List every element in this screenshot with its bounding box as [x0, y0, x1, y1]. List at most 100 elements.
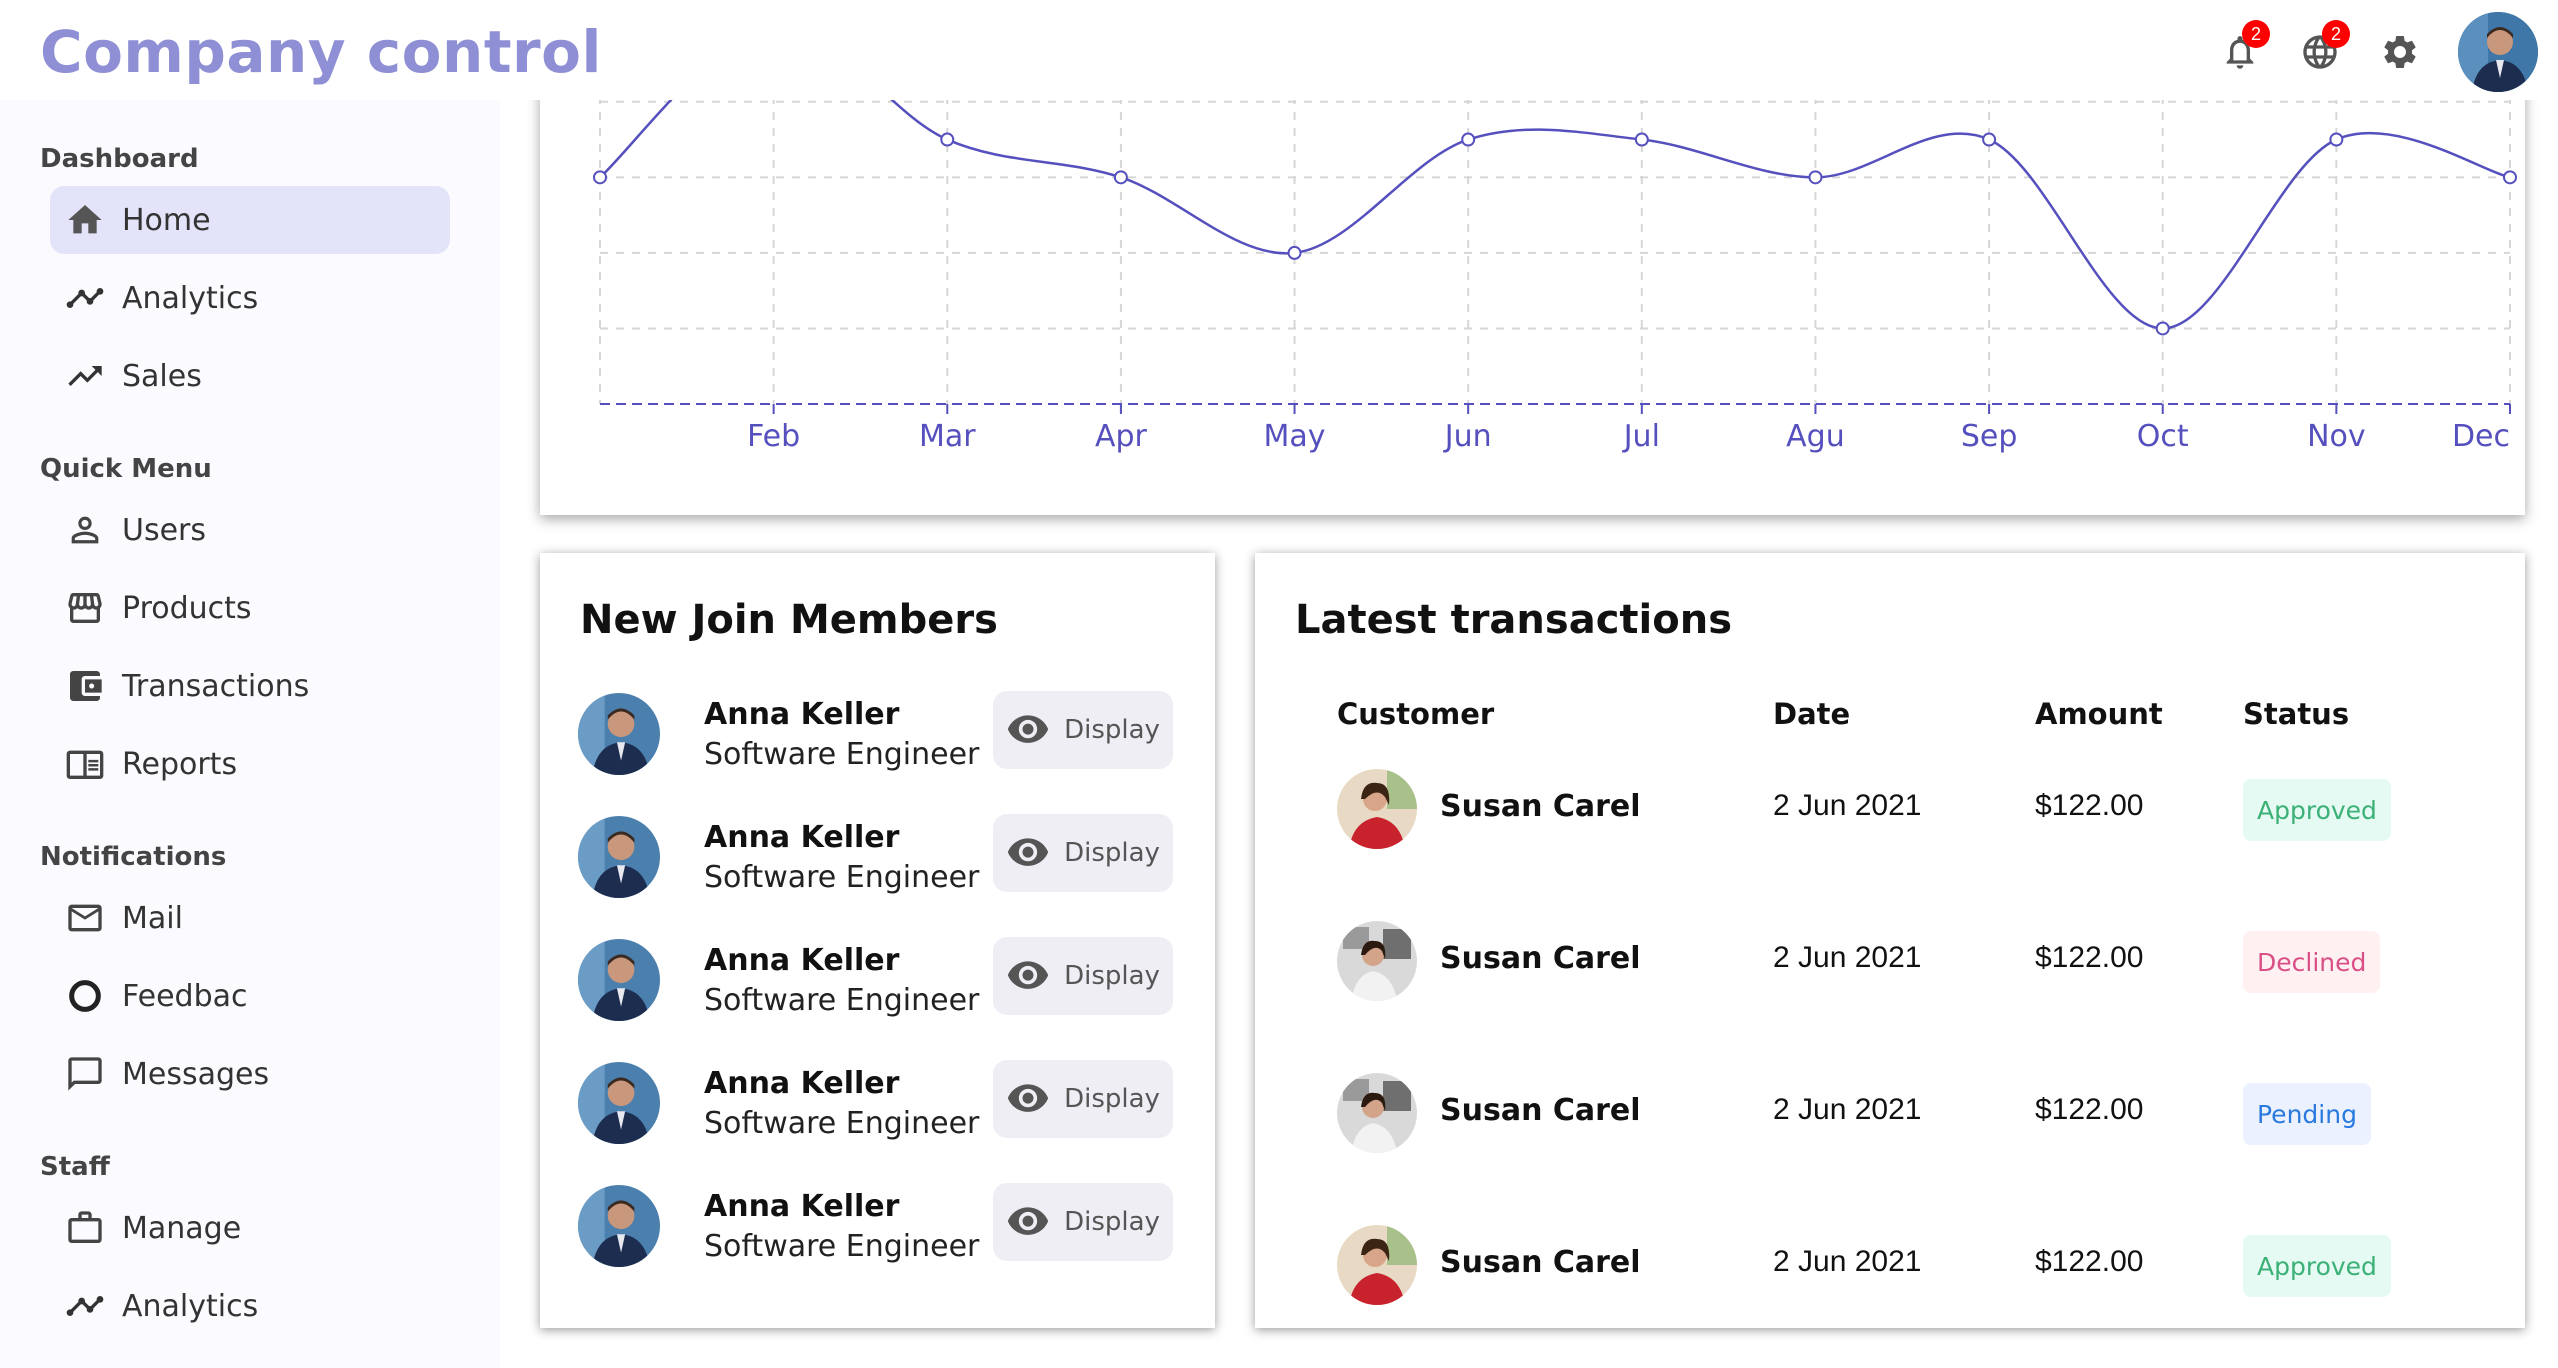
display-button[interactable]: Display	[993, 1183, 1173, 1261]
sidebar-item-users[interactable]: Users	[50, 496, 450, 564]
sidebar-item-reports[interactable]: Reports	[50, 730, 450, 798]
sidebar-section-dashboard: Dashboard	[40, 144, 199, 174]
chart-data-point[interactable]	[940, 132, 955, 147]
sidebar-item-label: Analytics	[122, 1288, 259, 1324]
status-button[interactable]: Pending	[2243, 1083, 2371, 1145]
column-header-date: Date	[1773, 697, 1851, 731]
display-button-label: Display	[1064, 1084, 1160, 1114]
customer-avatar	[1337, 1073, 1417, 1153]
chart-data-point[interactable]	[1634, 132, 1649, 147]
chart-tick-label: Feb	[747, 419, 800, 454]
chart-data-point[interactable]	[2329, 132, 2344, 147]
member-name: Anna Keller	[704, 697, 900, 732]
home-icon	[62, 200, 108, 240]
sidebar-item-label: Manage	[122, 1210, 242, 1246]
avatar-image	[2458, 12, 2538, 92]
chart-data-point[interactable]	[593, 170, 607, 185]
new-members-card: New Join Members Anna Keller Software Eng…	[540, 553, 1215, 1328]
column-header-customer: Customer	[1337, 697, 1495, 731]
column-header-amount: Amount	[2035, 697, 2163, 731]
member-role: Software Engineer	[704, 1229, 980, 1264]
sidebar-item-manage[interactable]: Manage	[50, 1194, 450, 1262]
customer-name: Susan Carel	[1440, 789, 1641, 824]
status-button[interactable]: Approved	[2243, 1235, 2391, 1297]
sidebar-item-label: Feedbac	[122, 978, 248, 1014]
member-list-item: Anna Keller Software Engineer Display	[578, 1052, 1188, 1152]
eye-icon	[1007, 1084, 1049, 1112]
member-list-item: Anna Keller Software Engineer Display	[578, 1175, 1188, 1275]
notifications-badge: 2	[2242, 20, 2270, 48]
customer-avatar	[1337, 921, 1417, 1001]
eye-icon	[1007, 961, 1049, 989]
chart-tick-label: Agu	[1786, 419, 1845, 454]
transaction-amount: $122.00	[2035, 941, 2144, 974]
sidebar-item-analytics[interactable]: Analytics	[50, 264, 450, 332]
sidebar: Dashboard Home Analytics Sales Quick Men…	[0, 100, 500, 1368]
chart-data-point[interactable]	[1287, 245, 1302, 260]
member-avatar	[578, 816, 660, 898]
transactions-card: Latest transactions Customer Date Amount…	[1255, 553, 2525, 1328]
chart-tick-labels: Feb Mar Apr May Jun Jul Agu Sep Oct Nov Dec	[747, 419, 2510, 454]
user-avatar[interactable]	[2458, 12, 2538, 92]
sidebar-item-mail[interactable]: Mail	[50, 884, 450, 952]
display-button[interactable]: Display	[993, 1060, 1173, 1138]
sidebar-item-sales[interactable]: Sales	[50, 342, 450, 410]
sidebar-item-label: Sales	[122, 358, 202, 394]
member-list-item: Anna Keller Software Engineer Display	[578, 806, 1188, 906]
members-title: New Join Members	[580, 597, 998, 643]
table-row: Susan Carel 2 Jun 2021 $122.00 Pending	[1255, 1063, 2525, 1163]
member-avatar	[578, 693, 660, 775]
table-row: Susan Carel 2 Jun 2021 $122.00 Approved	[1255, 759, 2525, 859]
topbar-icons: 2 2	[2218, 12, 2538, 92]
customer-avatar	[1337, 769, 1417, 849]
member-role: Software Engineer	[704, 983, 980, 1018]
user-icon	[62, 510, 108, 550]
sidebar-item-feedback[interactable]: Feedbac	[50, 962, 450, 1030]
status-button[interactable]: Declined	[2243, 931, 2381, 993]
chart-tick-label: Apr	[1095, 419, 1148, 454]
chart-data-point[interactable]	[1113, 170, 1128, 185]
mail-icon	[62, 898, 108, 938]
member-name: Anna Keller	[704, 820, 900, 855]
language-badge: 2	[2322, 20, 2350, 48]
language-button[interactable]: 2	[2298, 20, 2350, 74]
storefront-icon	[62, 588, 108, 628]
settings-button[interactable]	[2378, 30, 2422, 74]
sidebar-item-staff-analytics[interactable]: Analytics	[50, 1272, 450, 1340]
transaction-amount: $122.00	[2035, 1093, 2144, 1126]
member-name: Anna Keller	[704, 1066, 900, 1101]
sidebar-item-label: Transactions	[122, 668, 310, 704]
topbar: Company control 2 2	[0, 0, 2558, 100]
member-role: Software Engineer	[704, 1106, 980, 1141]
chart-tick-label: Oct	[2137, 419, 2189, 454]
display-button[interactable]: Display	[993, 937, 1173, 1015]
display-button[interactable]: Display	[993, 691, 1173, 769]
chart-data-point[interactable]	[2503, 170, 2517, 185]
chart-data-point[interactable]	[1982, 132, 1997, 147]
chart-tick-label: Jul	[1622, 419, 1660, 454]
member-list-item: Anna Keller Software Engineer Display	[578, 929, 1188, 1029]
sidebar-item-home[interactable]: Home	[50, 186, 450, 254]
member-avatar	[578, 1185, 660, 1267]
transaction-date: 2 Jun 2021	[1773, 1245, 1922, 1278]
sidebar-item-transactions[interactable]: Transactions	[50, 652, 450, 720]
sidebar-item-messages[interactable]: Messages	[50, 1040, 450, 1108]
display-button-label: Display	[1064, 961, 1160, 991]
chart-data-point[interactable]	[1808, 170, 1823, 185]
display-button[interactable]: Display	[993, 814, 1173, 892]
chart-tick-label: May	[1264, 419, 1326, 454]
notifications-button[interactable]: 2	[2218, 20, 2270, 74]
briefcase-icon	[62, 1208, 108, 1248]
chart-data-point[interactable]	[1461, 132, 1476, 147]
sidebar-item-products[interactable]: Products	[50, 574, 450, 642]
app-logo[interactable]: Company control	[40, 18, 602, 86]
chart-tick-label: Jun	[1443, 419, 1492, 454]
sidebar-item-label: Analytics	[122, 280, 259, 316]
sidebar-item-label: Mail	[122, 900, 183, 936]
status-button[interactable]: Approved	[2243, 779, 2391, 841]
transaction-date: 2 Jun 2021	[1773, 789, 1922, 822]
transactions-title: Latest transactions	[1295, 597, 1733, 643]
sidebar-item-label: Messages	[122, 1056, 270, 1092]
trending-up-icon	[62, 356, 108, 396]
chart-data-point[interactable]	[2155, 321, 2170, 336]
